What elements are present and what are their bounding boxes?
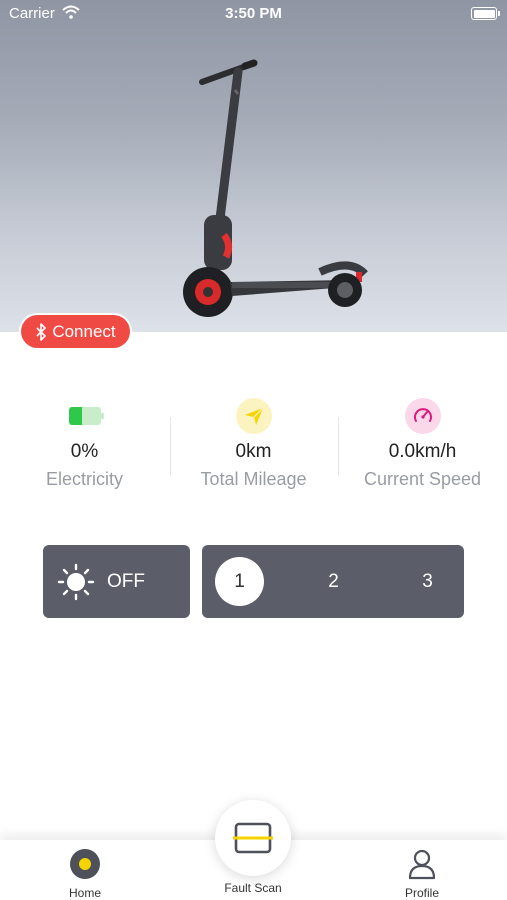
stats-row: 0% Electricity 0km Total Mileage 0.0km/h…: [0, 395, 507, 495]
gear-option-3[interactable]: 3: [403, 557, 452, 606]
connect-label: Connect: [52, 321, 116, 341]
electricity-label: Electricity: [45, 469, 123, 489]
headlight-status-label: OFF: [107, 570, 145, 592]
tab-home-label: Home: [68, 886, 101, 900]
stat-total-mileage: 0km Total Mileage: [169, 395, 338, 490]
status-time: 3:50 PM: [225, 5, 282, 22]
status-bar: Carrier 3:50 PM: [0, 0, 507, 28]
fault-scan-button[interactable]: [215, 800, 291, 876]
total-mileage-label: Total Mileage: [200, 469, 307, 489]
paper-plane-icon: [235, 398, 272, 434]
battery-icon: [68, 407, 104, 425]
gear-option-2[interactable]: 2: [309, 557, 358, 606]
status-battery-icon: [471, 7, 500, 20]
stat-electricity: 0% Electricity: [0, 395, 169, 490]
tab-fault-scan[interactable]: Fault Scan: [193, 881, 313, 895]
hero-banner: Carrier 3:50 PM: [0, 0, 507, 332]
tab-home[interactable]: Home: [25, 848, 145, 900]
home-icon: [70, 849, 100, 879]
gear-option-1[interactable]: 1: [215, 557, 264, 606]
headlight-toggle-button[interactable]: OFF: [43, 545, 190, 618]
total-mileage-value: 0km: [235, 441, 272, 462]
profile-icon: [408, 849, 436, 880]
connect-button[interactable]: Connect: [21, 315, 130, 348]
tab-profile[interactable]: Profile: [362, 848, 482, 900]
bluetooth-icon: [36, 322, 47, 341]
tab-fault-scan-label: Fault Scan: [224, 881, 282, 895]
tab-profile-label: Profile: [404, 886, 439, 900]
electricity-value: 0%: [70, 441, 99, 462]
current-speed-value: 0.0km/h: [388, 441, 457, 462]
scan-icon: [233, 822, 273, 854]
speedometer-icon: [404, 398, 441, 434]
stat-current-speed: 0.0km/h Current Speed: [338, 395, 507, 490]
sun-icon: [57, 563, 95, 600]
speed-gear-selector: 1 2 3: [202, 545, 464, 618]
scooter-image: [183, 59, 368, 317]
current-speed-label: Current Speed: [363, 469, 482, 489]
